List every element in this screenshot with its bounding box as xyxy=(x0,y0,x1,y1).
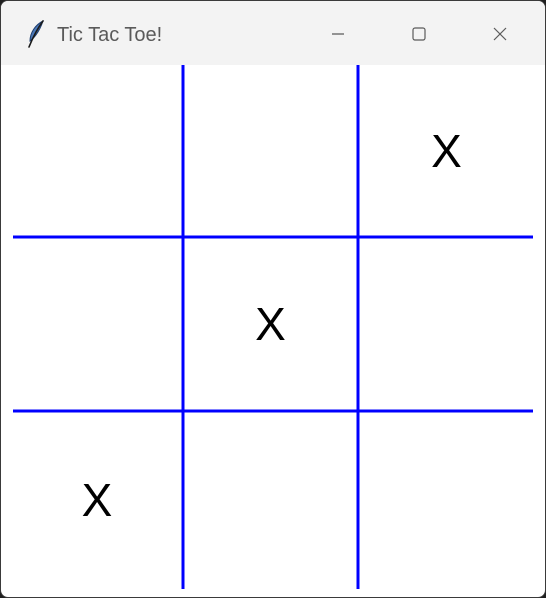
cell-r2-c1[interactable] xyxy=(183,411,358,589)
cell-r1-c0[interactable] xyxy=(11,237,183,411)
cell-r0-c0[interactable] xyxy=(11,65,183,237)
cell-r2-c2[interactable] xyxy=(358,411,535,589)
cell-r1-c1[interactable]: X xyxy=(183,237,358,411)
title-bar[interactable]: Tic Tac Toe! xyxy=(1,1,545,65)
app-window: Tic Tac Toe! X X X xyxy=(0,0,546,598)
maximize-button[interactable] xyxy=(388,9,450,59)
window-title: Tic Tac Toe! xyxy=(57,24,163,46)
close-button[interactable] xyxy=(469,9,531,59)
minimize-button[interactable] xyxy=(307,9,369,59)
game-board[interactable]: X X X xyxy=(11,65,535,589)
feather-icon xyxy=(25,19,47,49)
cell-r0-c2[interactable]: X xyxy=(358,65,535,237)
close-icon xyxy=(493,27,507,41)
cell-r1-c2[interactable] xyxy=(358,237,535,411)
cell-r0-c1[interactable] xyxy=(183,65,358,237)
maximize-icon xyxy=(412,27,426,41)
cell-r2-c0[interactable]: X xyxy=(11,411,183,589)
minimize-icon xyxy=(332,33,344,35)
